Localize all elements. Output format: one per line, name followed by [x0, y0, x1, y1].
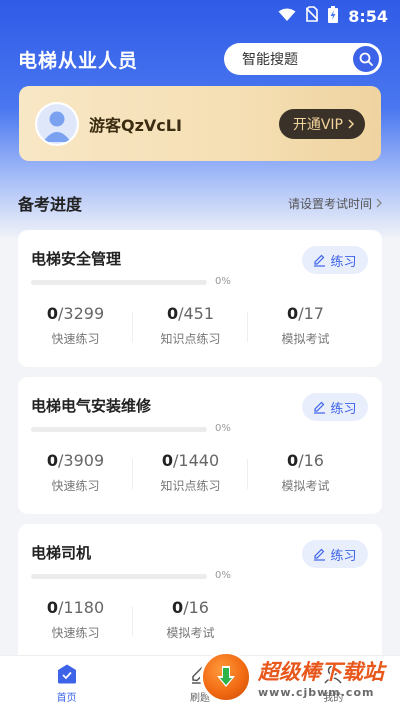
- stat-total: /1180: [58, 598, 105, 617]
- battery-charging-icon: [328, 5, 339, 27]
- progress-percent: 0%: [215, 570, 231, 581]
- edit-icon: [314, 548, 326, 561]
- stat-knowledge-practice[interactable]: 0/451 知识点练习: [133, 304, 248, 354]
- app-header: 电梯从业人员 智能搜题: [0, 42, 400, 76]
- stat-total: /3299: [58, 304, 105, 323]
- username[interactable]: 游客QzVcLI: [89, 112, 279, 136]
- search-bar[interactable]: 智能搜题: [224, 43, 382, 75]
- course-stats: 0/3909 快速练习 0/1440 知识点练习 0/16 模拟考试: [18, 451, 382, 501]
- stat-label: 知识点练习: [160, 332, 221, 346]
- course-card: 电梯司机 练习 0% 0/1180 快速练习 0/16 模拟考试: [18, 524, 382, 664]
- watermark-logo: [200, 651, 252, 703]
- edit-icon: [314, 254, 326, 267]
- search-icon: [359, 52, 373, 66]
- progress-bar: [31, 280, 207, 285]
- stat-label: 快速练习: [51, 626, 100, 640]
- course-card: 电梯电气安装维修 练习 0% 0/3909 快速练习 0/1440 知识点练习 …: [18, 377, 382, 514]
- course-title: 电梯安全管理: [31, 250, 122, 268]
- stat-current: 0: [161, 451, 174, 470]
- vip-card: 游客QzVcLI 开通VIP: [19, 86, 381, 161]
- stat-label: 知识点练习: [160, 479, 221, 493]
- stat-label: 模拟考试: [281, 332, 330, 346]
- chevron-right-icon: [348, 118, 355, 129]
- watermark-title: 超级棒下载站: [258, 659, 384, 684]
- watermark: 超级棒下载站 www.cjbwm.com: [200, 647, 396, 707]
- stat-label: 快速练习: [51, 479, 100, 493]
- practice-button[interactable]: 练习: [302, 246, 368, 274]
- course-stats: 0/1180 快速练习 0/16 模拟考试: [18, 598, 382, 648]
- status-bar: 8:54: [0, 0, 400, 32]
- open-vip-label: 开通VIP: [292, 116, 343, 133]
- course-title: 电梯电气安装维修: [31, 397, 152, 415]
- stat-current: 0: [46, 451, 59, 470]
- stat-label: 模拟考试: [166, 626, 215, 640]
- course-stats: 0/3299 快速练习 0/451 知识点练习 0/17 模拟考试: [18, 304, 382, 354]
- progress-bar: [31, 427, 207, 432]
- stat-current: 0: [166, 304, 179, 323]
- set-exam-time-link[interactable]: 请设置考试时间: [288, 195, 382, 212]
- course-card: 电梯安全管理 练习 0% 0/3299 快速练习 0/451 知识点练习 0/1…: [18, 230, 382, 367]
- wifi-icon: [278, 7, 296, 26]
- course-title: 电梯司机: [31, 544, 92, 562]
- user-avatar-icon: [37, 103, 77, 144]
- stat-mock-exam[interactable]: 0/17 模拟考试: [248, 304, 363, 354]
- edit-icon: [314, 401, 326, 414]
- home-icon: [57, 664, 76, 684]
- stat-total: /1440: [173, 451, 220, 470]
- stat-total: /451: [178, 304, 215, 323]
- download-arrow-icon: [217, 666, 235, 687]
- progress-section-header: 备考进度 请设置考试时间: [18, 191, 382, 215]
- open-vip-button[interactable]: 开通VIP: [278, 108, 365, 139]
- tab-home[interactable]: 首页: [0, 656, 133, 711]
- stat-quick-practice[interactable]: 0/3909 快速练习: [18, 451, 133, 501]
- progress-bar: [31, 574, 207, 579]
- stat-current: 0: [287, 304, 299, 323]
- clock: 8:54: [348, 6, 388, 26]
- stat-mock-exam[interactable]: 0/16 模拟考试: [248, 451, 363, 501]
- stat-knowledge-practice[interactable]: 0/1440 知识点练习: [133, 451, 248, 501]
- stat-current: 0: [172, 598, 184, 617]
- practice-label: 练习: [330, 401, 357, 417]
- stat-total: /3909: [58, 451, 105, 470]
- search-button[interactable]: [353, 46, 379, 72]
- stat-total: /17: [298, 304, 324, 323]
- stat-current: 0: [287, 451, 299, 470]
- practice-label: 练习: [330, 548, 357, 564]
- no-sim-icon: [305, 6, 319, 26]
- search-placeholder: 智能搜题: [242, 52, 298, 68]
- tab-label: 首页: [56, 693, 77, 704]
- stat-current: 0: [46, 304, 59, 323]
- stat-label: 快速练习: [51, 332, 100, 346]
- progress-percent: 0%: [215, 276, 231, 287]
- practice-button[interactable]: 练习: [302, 540, 368, 568]
- set-exam-time-label: 请设置考试时间: [287, 196, 372, 211]
- stat-quick-practice[interactable]: 0/1180 快速练习: [18, 598, 133, 648]
- stat-total: /16: [183, 598, 209, 617]
- app-title: 电梯从业人员: [18, 49, 139, 72]
- practice-label: 练习: [330, 254, 357, 270]
- stat-current: 0: [46, 598, 59, 617]
- stat-total: /16: [298, 451, 324, 470]
- progress-percent: 0%: [215, 423, 231, 434]
- stat-mock-exam[interactable]: 0/16 模拟考试: [133, 598, 248, 648]
- stat-label: 模拟考试: [281, 479, 330, 493]
- chevron-right-icon: [376, 198, 382, 208]
- practice-button[interactable]: 练习: [302, 393, 368, 421]
- watermark-url: www.cjbwm.com: [258, 685, 375, 699]
- stat-quick-practice[interactable]: 0/3299 快速练习: [18, 304, 133, 354]
- avatar[interactable]: [35, 101, 79, 146]
- section-title: 备考进度: [18, 195, 83, 214]
